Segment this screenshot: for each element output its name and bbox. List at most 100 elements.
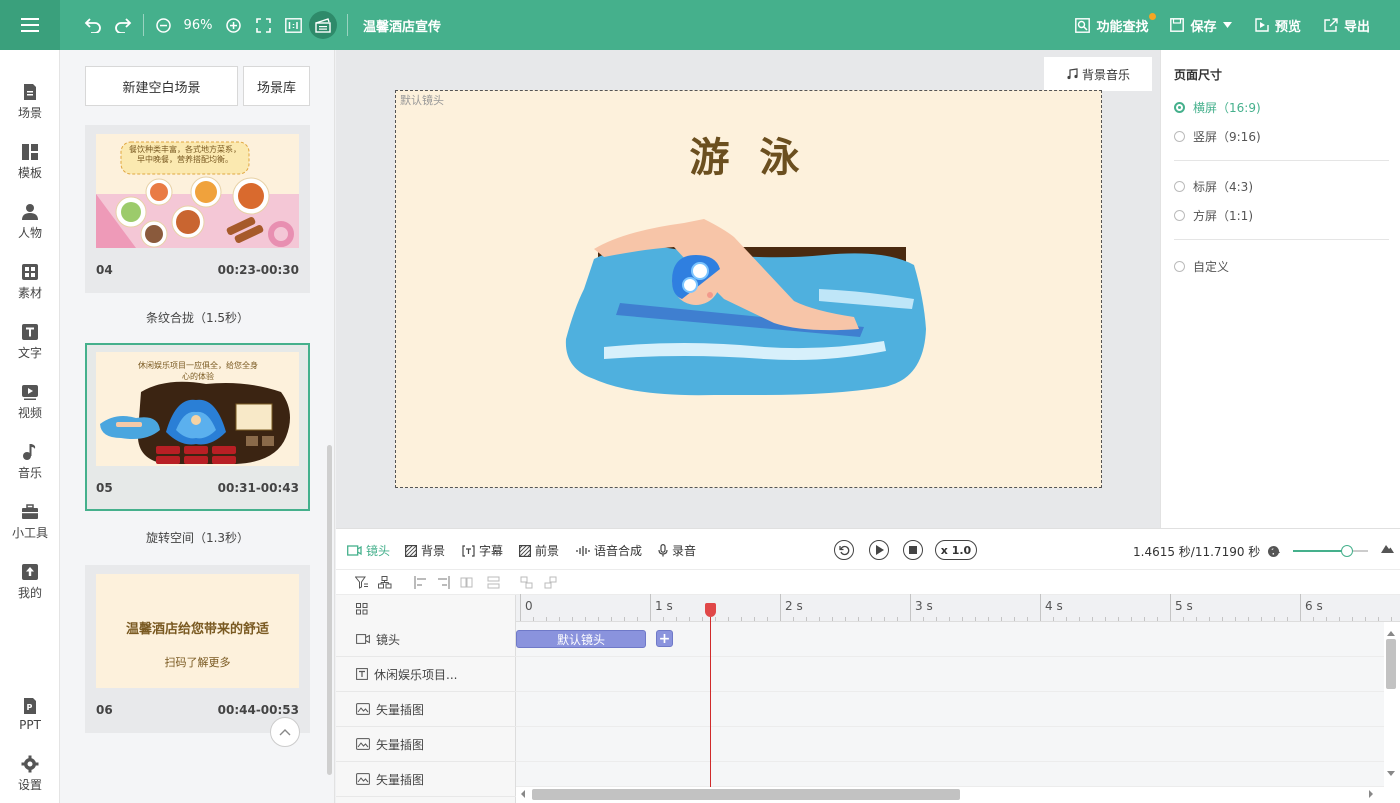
ruler-label: 1 s [655, 599, 673, 613]
track-label-text-layer[interactable]: 休闲娱乐项目... [336, 657, 516, 692]
zoom-in-mountain-icon[interactable] [1381, 544, 1394, 553]
timeline-toolbar [336, 569, 1400, 595]
save-button[interactable]: 保存 [1170, 0, 1232, 50]
image-icon [356, 738, 370, 750]
timeline-horizontal-scrollbar[interactable] [516, 787, 1384, 801]
ruler-minor-tick [1378, 617, 1379, 621]
size-option-square[interactable]: 方屏（1:1) [1174, 207, 1253, 224]
size-option-standard[interactable]: 标屏（4:3) [1174, 178, 1253, 195]
scene-card-05[interactable]: 休闲娱乐项目一应俱全，给您全身心的体验 05 00:31-00:43 [85, 343, 310, 511]
scroll-top-button[interactable] [270, 717, 300, 747]
scrollbar-thumb[interactable] [1386, 639, 1396, 689]
group-icon[interactable] [378, 576, 392, 589]
feature-search-button[interactable]: 功能查找 [1074, 0, 1156, 50]
actual-size-button[interactable] [283, 0, 303, 50]
timeline-ruler[interactable]: 0 1 s 2 s 3 s 4 s 5 s 6 s [516, 594, 1400, 622]
play-button[interactable] [869, 540, 889, 560]
timeline-vertical-scrollbar[interactable] [1384, 630, 1398, 785]
zoom-out-mountain-icon[interactable] [1271, 546, 1280, 553]
playhead-handle[interactable] [704, 603, 716, 617]
background-music-button[interactable]: 背景音乐 [1044, 57, 1152, 91]
undo-button[interactable] [82, 0, 104, 50]
track-row-vector-1[interactable] [516, 692, 1384, 727]
nav-item-scene[interactable]: 场景 [0, 74, 60, 130]
scene-card-06[interactable]: 温馨酒店给您带来的舒适 扫码了解更多 06 00:44-00:53 [85, 565, 310, 733]
tab-background[interactable]: 背景 [405, 542, 445, 559]
playback-speed-button[interactable]: x 1.0 [935, 540, 977, 560]
zoom-slider-knob[interactable] [1341, 545, 1353, 557]
swimmer-illustration[interactable] [564, 219, 934, 399]
ruler-minor-tick [1105, 617, 1106, 621]
chevron-left-icon[interactable] [520, 790, 526, 798]
tab-voice-synthesis[interactable]: 语音合成 [576, 542, 642, 559]
ruler-minor-tick [1157, 617, 1158, 621]
ruler-minor-tick [676, 617, 677, 621]
zoom-slider-fill [1293, 550, 1347, 552]
timeline-zoom-slider[interactable] [1293, 545, 1368, 557]
stage-canvas[interactable]: 默认镜头 游 泳 [395, 90, 1102, 488]
nav-item-mine[interactable]: 我的 [0, 554, 60, 610]
nav-item-template[interactable]: 模板 [0, 134, 60, 190]
tab-recording[interactable]: 录音 [658, 542, 696, 559]
chevron-up-icon[interactable] [1387, 630, 1395, 636]
scene-transition[interactable]: 条纹合拢（1.5秒） [85, 309, 310, 326]
ruler-minor-tick [1248, 617, 1249, 621]
chevron-down-icon[interactable] [1387, 771, 1395, 777]
filter-icon[interactable] [355, 576, 369, 589]
track-label-vector-1[interactable]: 矢量插图 [336, 692, 516, 727]
tab-camera[interactable]: 镜头 [347, 542, 390, 559]
nav-item-settings[interactable]: 设置 [0, 746, 60, 802]
timeline-clip-default-lens[interactable]: 默认镜头 [516, 630, 646, 648]
size-option-custom[interactable]: 自定义 [1174, 258, 1229, 275]
ruler-minor-tick [1001, 617, 1002, 621]
nav-item-person[interactable]: 人物 [0, 194, 60, 250]
track-row-vector-2[interactable] [516, 727, 1384, 762]
redo-button[interactable] [112, 0, 134, 50]
stage-title[interactable]: 游 泳 [396, 125, 1101, 183]
track-settings-icon[interactable] [356, 603, 368, 615]
tab-subtitle[interactable]: 字幕 [462, 542, 503, 559]
project-title[interactable]: 温馨酒店宣传 [363, 0, 453, 50]
zoom-out-button[interactable] [153, 0, 173, 50]
track-row-text[interactable] [516, 657, 1384, 692]
new-blank-scene-button[interactable]: 新建空白场景 [85, 66, 238, 106]
nav-item-ppt[interactable]: P PPT [0, 686, 60, 742]
scrollbar-thumb[interactable] [532, 789, 960, 800]
chevron-right-icon[interactable] [1368, 790, 1374, 798]
export-button[interactable]: 导出 [1322, 0, 1372, 50]
canvas-area: 背景音乐 默认镜头 游 泳 [336, 50, 1160, 528]
stop-button[interactable] [903, 540, 923, 560]
preview-button[interactable]: 预览 [1254, 0, 1302, 50]
zoom-in-button[interactable] [223, 0, 243, 50]
tab-foreground[interactable]: 前景 [519, 542, 559, 559]
nav-item-music[interactable]: 音乐 [0, 434, 60, 490]
scene-card-04[interactable]: 餐饮种类丰富，各式地方菜系，早中晚餐，营养搭配均衡。 04 00:23-00:3… [85, 125, 310, 293]
track-label-text: 矢量插图 [376, 772, 425, 787]
track-label-vector-2[interactable]: 矢量插图 [336, 727, 516, 762]
track-label-camera[interactable]: 镜头 [336, 622, 516, 657]
scene-library-button[interactable]: 场景库 [243, 66, 310, 106]
size-option-landscape[interactable]: 横屏（16:9) [1174, 99, 1261, 116]
add-clip-button[interactable]: + [656, 630, 673, 647]
track-label-vector-3[interactable]: 矢量插图 [336, 762, 516, 797]
ruler-minor-tick [975, 617, 976, 621]
scene-transition[interactable]: 旋转空间（1.3秒） [85, 529, 310, 546]
ruler-minor-tick [1261, 617, 1262, 621]
nav-item-video[interactable]: 视频 [0, 374, 60, 430]
clapperboard-button[interactable] [309, 11, 337, 39]
subtitle-icon [462, 544, 475, 557]
scene-panel-scrollbar[interactable] [327, 445, 332, 775]
fit-screen-button[interactable] [253, 0, 273, 50]
replay-button[interactable] [834, 540, 854, 560]
size-option-portrait[interactable]: 竖屏（9:16) [1174, 128, 1261, 145]
menu-button[interactable] [0, 0, 60, 50]
nav-item-toolbox[interactable]: 小工具 [0, 494, 60, 550]
align-left-icon [414, 576, 426, 589]
ruler-major-tick [1040, 594, 1041, 621]
track-row-vector-3[interactable] [516, 762, 1384, 787]
ruler-minor-tick [1079, 617, 1080, 621]
nav-item-text[interactable]: 文字 [0, 314, 60, 370]
track-row-camera[interactable] [516, 622, 1384, 657]
ruler-minor-tick [598, 617, 599, 621]
nav-item-material[interactable]: 素材 [0, 254, 60, 310]
